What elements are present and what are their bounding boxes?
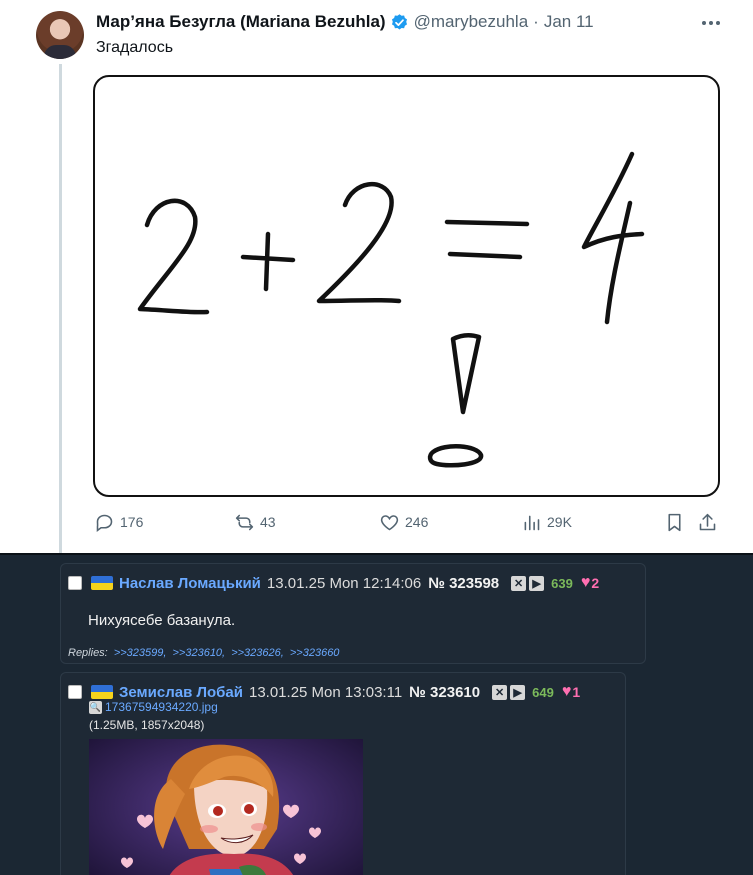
tweet-actions: 176 43 246 29K [94,510,720,534]
file-meta: (1.25MB, 1857x2048) [89,718,205,732]
search-icon[interactable]: 🔍 [89,700,102,714]
imageboard-thread: Наслав Ломацький 13.01.25 Mon 12:14:06 №… [0,553,753,875]
separator-dot: · [533,12,539,31]
bookmark-icon [668,513,681,531]
post: Наслав Ломацький 13.01.25 Mon 12:14:06 №… [60,563,646,664]
post-header: Наслав Ломацький 13.01.25 Mon 12:14:06 №… [68,574,599,592]
hide-post-icon[interactable]: ✕ [492,684,508,700]
poster-name[interactable]: Земислав Лобай [119,684,243,701]
ukraine-flag-icon [91,576,113,590]
reply-link[interactable]: >>323599, [114,647,167,659]
hide-post-icon[interactable]: ✕ [511,575,527,591]
share-icon [699,513,716,530]
verified-badge-icon [391,13,407,30]
tweet-text: Згадалось [96,39,174,56]
handwritten-2-plus-2-equals-4-drawing [137,151,645,468]
bookmark-button[interactable] [664,510,690,534]
views-icon [524,515,540,530]
reply-link[interactable]: >>323610, [173,647,226,659]
heart-icon[interactable]: ♥ [562,683,572,701]
tweet: Мар’яна Безугла (Mariana Bezuhla) @maryb… [0,0,753,553]
post-number[interactable]: № 323610 [409,684,480,701]
post-number[interactable]: № 323598 [428,575,499,592]
views-button[interactable]: 29K [521,510,572,534]
more-icon[interactable] [700,12,722,34]
tweet-date[interactable]: Jan 11 [544,12,594,32]
post: Земислав Лобай 13.01.25 Mon 13:03:11 № 3… [60,672,626,875]
post-replies: Replies: >>323599, >>323610, >>323626, >… [68,647,339,659]
repost-button[interactable]: 43 [234,510,276,534]
heart-icon[interactable]: ♥ [581,574,591,592]
thread-line [59,64,62,553]
post-date: 13.01.25 Mon 12:14:06 [266,574,422,592]
post-count: 649 [532,684,554,700]
view-count: 29K [547,514,572,530]
tweet-header: Мар’яна Безугла (Mariana Bezuhla) @maryb… [96,11,594,33]
author-handle[interactable]: @marybezuhla [414,12,529,32]
like-count: 1 [572,684,581,700]
reply-button[interactable]: 176 [94,510,143,534]
reply-icon [96,514,113,532]
post-text: Нихуясебе базанула. [88,612,236,629]
file-link[interactable]: 🔍 17367594934220.jpg [89,700,218,714]
reply-count: 176 [120,514,144,530]
anime-girl-illustration [89,739,363,875]
post-count: 639 [551,575,573,591]
reply-link[interactable]: >>323626, [231,647,284,659]
poster-name[interactable]: Наслав Ломацький [119,575,261,592]
replies-label: Replies: [68,647,108,659]
like-count: 2 [591,575,600,591]
file-name[interactable]: 17367594934220.jpg [105,700,218,714]
reply-link[interactable]: >>323660 [290,647,340,659]
play-icon[interactable]: ▶ [529,575,545,591]
post-select-checkbox[interactable] [68,576,82,590]
ukraine-flag-icon [91,685,113,699]
post-select-checkbox[interactable] [68,685,82,699]
share-button[interactable] [697,510,723,534]
repost-count: 43 [260,514,276,530]
repost-icon [235,514,254,530]
author-name[interactable]: Мар’яна Безугла (Mariana Bezuhla) [96,12,386,32]
like-count: 246 [405,514,429,530]
tweet-image[interactable] [93,75,720,497]
play-icon[interactable]: ▶ [510,684,526,700]
post-date: 13.01.25 Mon 13:03:11 [248,683,403,701]
post-header: Земислав Лобай 13.01.25 Mon 13:03:11 № 3… [68,683,580,701]
like-button[interactable]: 246 [379,510,428,534]
avatar[interactable] [36,11,84,59]
post-image-thumbnail[interactable] [89,739,363,875]
heart-icon [380,514,399,530]
